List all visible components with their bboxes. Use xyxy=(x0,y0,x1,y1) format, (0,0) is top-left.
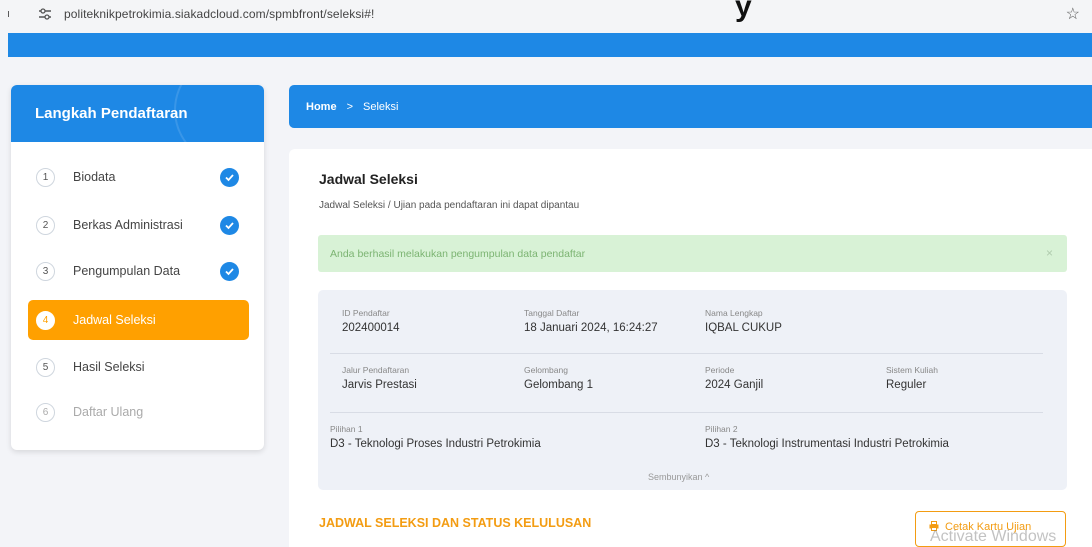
step-number: 3 xyxy=(36,261,55,281)
section-title: JADWAL SELEKSI DAN STATUS KELULUSAN xyxy=(319,516,592,530)
step-hasil-seleksi[interactable]: 5 Hasil Seleksi xyxy=(28,347,249,387)
collapse-details-link[interactable]: Sembunyikan ^ xyxy=(648,472,709,482)
step-berkas-administrasi[interactable]: 2 Berkas Administrasi xyxy=(28,205,249,245)
clipped-heading-text: y xyxy=(735,0,752,23)
divider xyxy=(330,412,1043,413)
field-value: 18 Januari 2024, 16:24:27 xyxy=(524,322,658,334)
step-biodata[interactable]: 1 Biodata xyxy=(28,157,249,197)
breadcrumb-current: Seleksi xyxy=(363,100,399,113)
breadcrumb: Home > Seleksi xyxy=(289,85,1092,128)
divider xyxy=(330,353,1043,354)
step-label: Biodata xyxy=(73,170,116,184)
registration-steps-panel: Langkah Pendaftaran 1 Biodata 2 Berkas A… xyxy=(11,85,264,450)
site-header-bar xyxy=(8,33,1092,57)
tab-mark: ı xyxy=(7,8,11,20)
field-pilihan-2: Pilihan 2 D3 - Teknologi Instrumentasi I… xyxy=(705,424,949,450)
field-sistem-kuliah: Sistem Kuliah Reguler xyxy=(886,365,938,391)
step-jadwal-seleksi[interactable]: 4 Jadwal Seleksi xyxy=(28,300,249,340)
step-label: Pengumpulan Data xyxy=(73,264,181,278)
breadcrumb-home-link[interactable]: Home xyxy=(306,101,337,113)
field-value: Jarvis Prestasi xyxy=(342,379,417,391)
selection-schedule-card: Jadwal Seleksi Jadwal Seleksi / Ujian pa… xyxy=(289,149,1092,547)
field-value: Gelombang 1 xyxy=(524,379,594,391)
check-icon xyxy=(220,215,239,235)
site-settings-icon[interactable] xyxy=(38,7,52,21)
field-label: Nama Lengkap xyxy=(705,308,763,318)
field-label: Pilihan 1 xyxy=(330,424,363,434)
field-label: Periode xyxy=(705,365,735,375)
url-text[interactable]: politeknikpetrokimia.siakadcloud.com/spm… xyxy=(64,7,374,21)
field-pilihan-1: Pilihan 1 D3 - Teknologi Proses Industri… xyxy=(330,424,541,450)
step-daftar-ulang: 6 Daftar Ulang xyxy=(28,392,249,432)
field-value: 202400014 xyxy=(342,322,400,334)
windows-activation-watermark: Activate Windows xyxy=(930,528,1057,545)
field-label: Gelombang xyxy=(524,365,568,375)
field-label: Sistem Kuliah xyxy=(886,365,938,375)
field-label: Jalur Pendaftaran xyxy=(342,365,410,375)
field-gelombang: Gelombang Gelombang 1 xyxy=(524,365,593,391)
field-value: D3 - Teknologi Instrumentasi Industri Pe… xyxy=(705,438,949,450)
sidebar-header: Langkah Pendaftaran xyxy=(11,85,264,142)
step-number: 2 xyxy=(36,215,55,235)
field-label: Tanggal Daftar xyxy=(524,308,580,318)
breadcrumb-separator: > xyxy=(346,100,353,113)
step-label: Daftar Ulang xyxy=(73,405,144,419)
field-jalur-pendaftaran: Jalur Pendaftaran Jarvis Prestasi xyxy=(342,365,417,391)
step-number: 6 xyxy=(36,402,55,422)
success-alert: Anda berhasil melakukan pengumpulan data… xyxy=(318,235,1067,272)
sidebar-title: Langkah Pendaftaran xyxy=(35,105,188,122)
step-label: Hasil Seleksi xyxy=(73,360,145,374)
step-number: 4 xyxy=(36,310,55,330)
check-icon xyxy=(220,167,239,187)
alert-message: Anda berhasil melakukan pengumpulan data… xyxy=(330,247,586,260)
browser-address-bar: ı politeknikpetrokimia.siakadcloud.com/s… xyxy=(0,0,1092,30)
field-label: Pilihan 2 xyxy=(705,424,738,434)
applicant-info-panel: ID Pendaftar 202400014 Tanggal Daftar 18… xyxy=(318,290,1067,490)
field-value: 2024 Ganjil xyxy=(705,379,764,391)
field-tanggal-daftar: Tanggal Daftar 18 Januari 2024, 16:24:27 xyxy=(524,308,658,334)
bookmark-star-icon[interactable]: ☆ xyxy=(1066,4,1080,24)
page-subtitle: Jadwal Seleksi / Ujian pada pendaftaran … xyxy=(319,200,580,211)
field-nama-lengkap: Nama Lengkap IQBAL CUKUP xyxy=(705,308,782,334)
field-value: D3 - Teknologi Proses Industri Petrokimi… xyxy=(330,438,541,450)
step-label: Jadwal Seleksi xyxy=(73,313,156,327)
step-number: 1 xyxy=(36,167,55,187)
field-label: ID Pendaftar xyxy=(342,308,390,318)
field-value: IQBAL CUKUP xyxy=(705,322,782,334)
field-value: Reguler xyxy=(886,379,927,391)
step-pengumpulan-data[interactable]: 3 Pengumpulan Data xyxy=(28,251,249,291)
alert-close-icon[interactable]: × xyxy=(1046,246,1053,260)
field-periode: Periode 2024 Ganjil xyxy=(705,365,763,391)
check-icon xyxy=(220,261,239,281)
page-title: Jadwal Seleksi xyxy=(319,171,418,187)
field-id-pendaftar: ID Pendaftar 202400014 xyxy=(342,308,400,334)
step-label: Berkas Administrasi xyxy=(73,218,183,232)
step-number: 5 xyxy=(36,357,55,377)
